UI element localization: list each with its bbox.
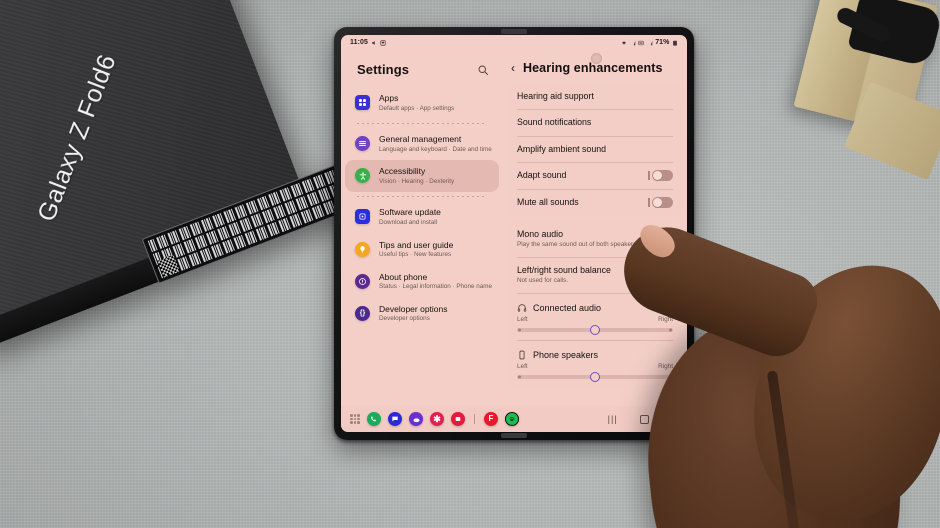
phone-app-icon[interactable] bbox=[367, 412, 381, 426]
settings-pane: Settings Apps Default apps · App setting… bbox=[341, 50, 503, 406]
developer-options-icon: {} bbox=[355, 305, 370, 321]
sidebar-item-label: General management bbox=[379, 134, 462, 145]
slider-left-label: Left bbox=[517, 362, 528, 370]
settings-list: Apps Default apps · App settings General… bbox=[341, 87, 503, 406]
sidebar-item-tips-and-user-guide[interactable]: Tips and user guide Useful tips · New fe… bbox=[341, 234, 503, 266]
general-management-icon bbox=[355, 136, 370, 152]
save-icon bbox=[380, 39, 386, 46]
apps-grid-icon[interactable] bbox=[350, 414, 360, 424]
sidebar-item-sub: Default apps · App settings bbox=[379, 104, 455, 112]
sidebar-item-apps[interactable]: Apps Default apps · App settings bbox=[341, 87, 503, 119]
spotify-app-icon[interactable] bbox=[505, 412, 519, 426]
option-label: Hearing aid support bbox=[517, 91, 594, 101]
sidebar-item-label: About phone bbox=[379, 271, 428, 282]
headphones-icon bbox=[517, 304, 527, 312]
sidebar-item-sub: Status · Legal information · Phone name bbox=[379, 283, 493, 291]
option-label: Sound notifications bbox=[517, 117, 592, 128]
sidebar-item-sub: Developer options bbox=[379, 315, 430, 323]
option-adapt-sound[interactable]: Adapt sound bbox=[517, 163, 673, 190]
section-title: Connected audio bbox=[533, 302, 602, 313]
slider-handle[interactable] bbox=[590, 371, 600, 382]
sidebar-item-accessibility[interactable]: Accessibility Vision · Hearing · Dexteri… bbox=[345, 160, 499, 193]
sidebar-item-general-management[interactable]: General management Language and keyboard… bbox=[341, 128, 503, 160]
accessibility-icon bbox=[355, 168, 370, 184]
apps-icon bbox=[355, 95, 370, 110]
pointing-hand bbox=[611, 194, 940, 528]
option-label: Left/right sound balance bbox=[517, 264, 611, 275]
option-label: Adapt sound bbox=[517, 170, 567, 181]
back-chevron-icon[interactable]: ‹ bbox=[511, 62, 515, 74]
taskbar-separator bbox=[474, 414, 475, 424]
signal2-icon bbox=[650, 40, 652, 45]
option-label: Amplify ambient sound bbox=[517, 143, 606, 154]
sidebar-item-label: Apps bbox=[379, 93, 399, 103]
list-divider bbox=[357, 196, 487, 198]
settings-header: Settings bbox=[341, 56, 503, 87]
section-title: Phone speakers bbox=[533, 349, 599, 360]
option-sub: Not used for calls. bbox=[517, 277, 569, 285]
front-camera-punch-hole bbox=[591, 53, 602, 64]
sidebar-item-software-update[interactable]: Software update Download and install bbox=[341, 201, 503, 233]
sidebar-item-label: Accessibility bbox=[379, 166, 426, 177]
sidebar-item-developer-options[interactable]: {} Developer options Developer options bbox=[341, 298, 503, 330]
status-bar: 11:05 71% bbox=[341, 35, 687, 50]
sidebar-item-sub: Download and install bbox=[379, 219, 438, 226]
status-time: 11:05 bbox=[350, 39, 369, 46]
messages-app-icon[interactable] bbox=[388, 412, 402, 426]
adapt-sound-toggle[interactable] bbox=[648, 170, 673, 182]
fingernail bbox=[634, 218, 680, 264]
software-update-icon bbox=[355, 209, 370, 225]
wifi-icon bbox=[622, 41, 627, 45]
phone-icon bbox=[519, 350, 525, 360]
sidebar-item-sub: Useful tips · New features bbox=[379, 251, 452, 259]
device-hinge-top bbox=[501, 29, 527, 34]
sidebar-item-sub: Language and keyboard · Date and time bbox=[379, 145, 492, 153]
list-divider bbox=[357, 123, 487, 125]
camera-app-icon[interactable] bbox=[451, 412, 465, 426]
option-label: Mono audio bbox=[517, 228, 563, 239]
option-hearing-aid-support[interactable]: Hearing aid support bbox=[517, 84, 673, 111]
internet-app-icon[interactable] bbox=[409, 412, 423, 426]
sim-icon bbox=[638, 40, 644, 45]
sidebar-item-label: Tips and user guide bbox=[379, 239, 454, 250]
tips-icon bbox=[355, 241, 370, 257]
mute-icon bbox=[372, 40, 375, 45]
option-sound-notifications[interactable]: Sound notifications bbox=[517, 110, 673, 137]
sidebar-item-label: Developer options bbox=[379, 303, 448, 314]
sidebar-item-about-phone[interactable]: About phone Status · Legal information ·… bbox=[341, 266, 503, 298]
option-amplify-ambient-sound[interactable]: Amplify ambient sound bbox=[517, 137, 673, 164]
option-sub: Play the same sound out of both speakers… bbox=[517, 241, 639, 249]
flipboard-app-icon[interactable]: F bbox=[484, 412, 498, 426]
search-icon[interactable] bbox=[477, 64, 489, 76]
sidebar-item-label: Software update bbox=[379, 207, 441, 218]
battery-percent: 71% bbox=[655, 39, 670, 46]
slider-handle[interactable] bbox=[590, 324, 600, 335]
signal-icon bbox=[633, 40, 635, 45]
battery-icon bbox=[673, 40, 677, 46]
recents-button[interactable]: ||| bbox=[608, 414, 618, 424]
slider-left-label: Left bbox=[517, 315, 528, 323]
option-label: Mute all sounds bbox=[517, 196, 579, 207]
device-hinge-bottom bbox=[501, 433, 527, 438]
sidebar-item-sub: Vision · Hearing · Dexterity bbox=[379, 177, 455, 185]
page-title: Settings bbox=[357, 62, 410, 77]
about-phone-icon bbox=[355, 273, 370, 289]
asterisk-app-icon[interactable]: ✱ bbox=[430, 412, 444, 426]
